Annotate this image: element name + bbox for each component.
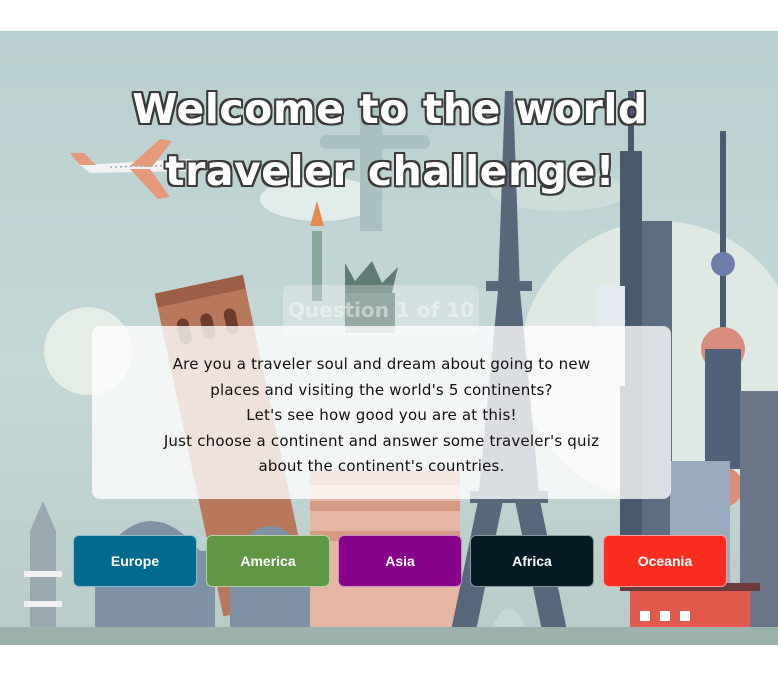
intro-line: places and visiting the world's 5 contin… xyxy=(210,380,553,399)
africa-button[interactable]: Africa xyxy=(470,535,594,587)
intro-line: Let's see how good you are at this! xyxy=(246,406,517,424)
page-title: Welcome to the world traveler challenge! xyxy=(60,78,720,202)
intro-line: Just choose a continent and answer some … xyxy=(163,431,600,450)
title-line-2: traveler challenge! xyxy=(165,147,615,195)
intro-line: Are you a traveler soul and dream about … xyxy=(172,355,591,373)
continent-button-row: Europe America Asia Africa Oceania xyxy=(73,535,729,587)
title-line-1: Welcome to the world xyxy=(132,85,648,133)
america-button[interactable]: America xyxy=(206,535,330,587)
europe-button[interactable]: Europe xyxy=(73,535,197,587)
intro-panel: Are you a traveler soul and dream about … xyxy=(92,326,671,499)
intro-line: about the continent's countries. xyxy=(258,457,505,475)
asia-button[interactable]: Asia xyxy=(338,535,462,587)
oceania-button[interactable]: Oceania xyxy=(603,535,727,587)
